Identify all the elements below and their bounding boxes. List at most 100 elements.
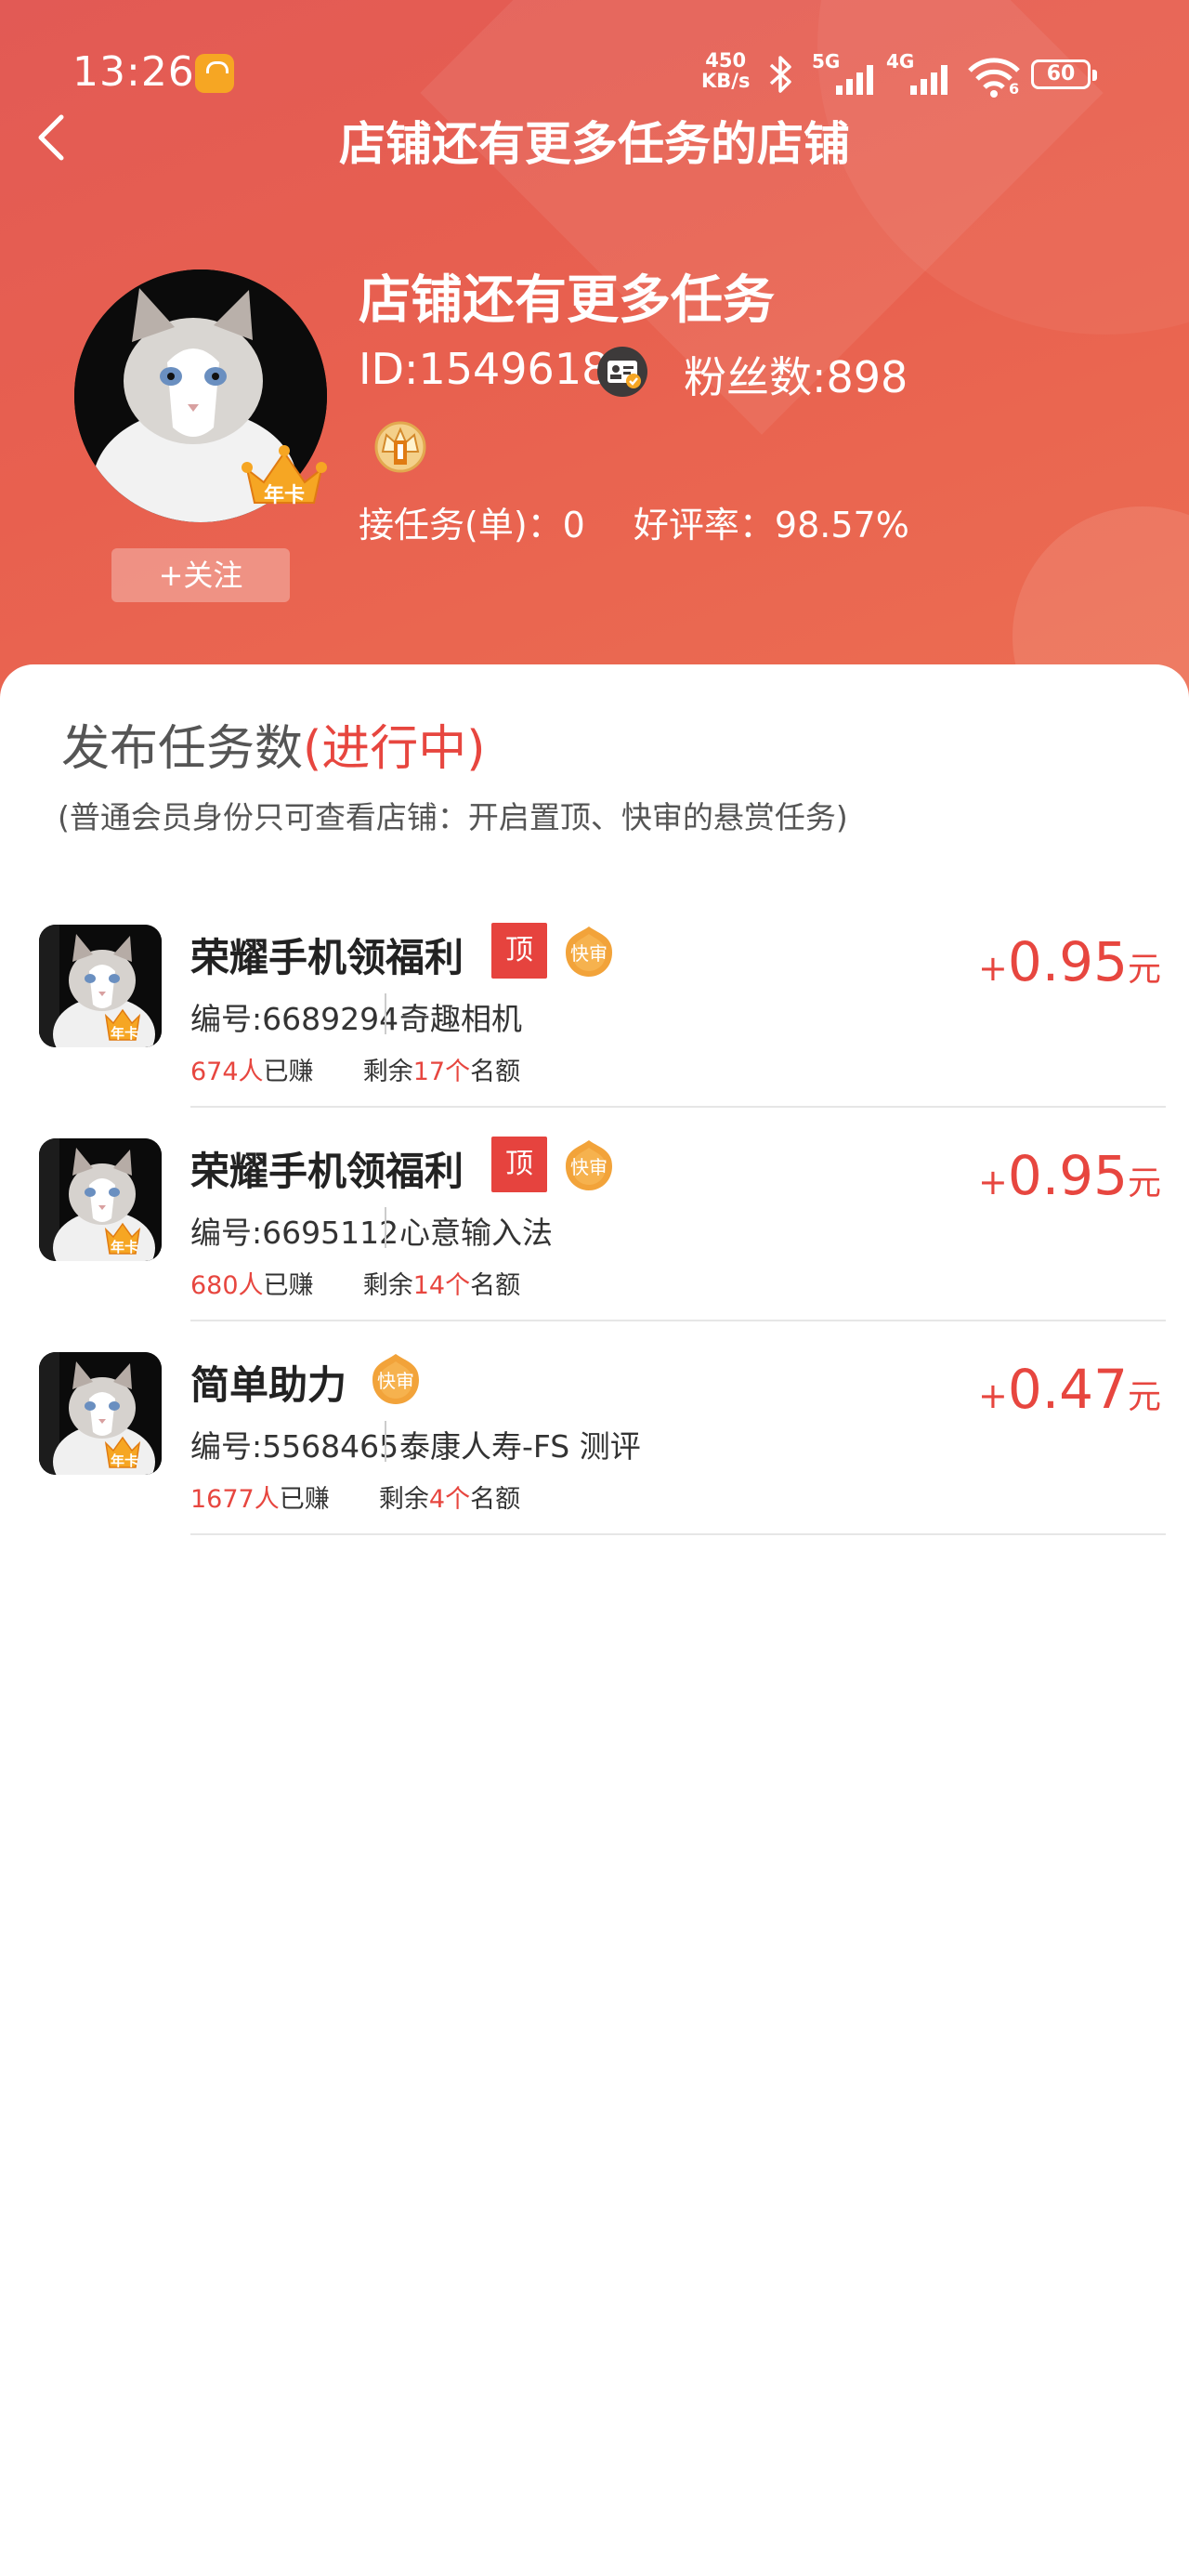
fast-review-tag: 快审	[562, 925, 616, 979]
remain-prefix: 剩余	[378, 1485, 429, 1514]
annual-card-label: 年卡	[110, 1452, 138, 1469]
id-verified-icon	[597, 347, 647, 397]
task-panel: 发布任务数(进行中) (普通会员身份只可查看店铺：开启置顶、快审的悬赏任务) 年…	[0, 664, 1189, 2576]
earned-suffix: 已赚	[263, 1271, 314, 1300]
price-sign: +	[978, 1162, 1008, 1203]
remain-count: 4	[428, 1485, 446, 1514]
remain-suffix: 名额	[470, 1485, 521, 1514]
signal-icon	[836, 65, 873, 95]
fast-review-label: 快审	[570, 942, 608, 965]
task-item[interactable]: 年卡 简单助力 顶 快审 编号:5568465 泰康人寿-FS 测评 1677人…	[0, 1322, 1189, 1536]
fast-review-tag: 快审	[562, 1138, 616, 1192]
good-rate: 好评率：98.57%	[633, 505, 909, 545]
app-notification-icon	[195, 54, 234, 93]
task-code: 编号:6689294	[190, 1001, 399, 1037]
cat-thumbnail-image	[39, 925, 162, 1047]
network-speed-value: 450	[705, 49, 747, 72]
network-speed: 450 KB/s	[701, 50, 750, 91]
task-thumbnail: 年卡	[39, 1352, 162, 1475]
task-code: 编号:6695112	[190, 1215, 399, 1251]
status-bar: 13:26 450 KB/s 5G 4G 6 60	[0, 45, 1189, 104]
shop-name: 店铺还有更多任务	[359, 270, 775, 331]
task-app-name: 心意输入法	[399, 1215, 553, 1251]
section-title-text: 发布任务数	[61, 721, 304, 777]
fans-count: 粉丝数:898	[684, 352, 908, 402]
task-reward: +0.47元	[978, 1358, 1161, 1421]
price-unit: 元	[1127, 1378, 1161, 1416]
price-unit: 元	[1127, 951, 1161, 989]
task-item[interactable]: 年卡 荣耀手机领福利 顶 快审 编号:6689294 奇趣相机 674人已赚 剩…	[0, 895, 1189, 1109]
annual-card-badge: 年卡	[240, 441, 329, 516]
price-sign: +	[978, 1375, 1008, 1416]
divider	[385, 1207, 386, 1248]
earned-count: 1677	[190, 1485, 255, 1514]
earned-unit: 人	[238, 1058, 264, 1086]
price-unit: 元	[1127, 1164, 1161, 1203]
earned-unit: 人	[254, 1485, 280, 1514]
row-divider	[190, 1106, 1166, 1108]
remain-prefix: 剩余	[362, 1271, 413, 1300]
remain-prefix: 剩余	[362, 1058, 413, 1086]
task-title: 简单助力	[190, 1362, 347, 1408]
task-app-name: 奇趣相机	[399, 1001, 522, 1037]
fast-review-label: 快审	[377, 1370, 414, 1392]
annual-card-label: 年卡	[110, 1239, 138, 1255]
remain-suffix: 名额	[470, 1058, 521, 1086]
top-tag: 顶	[491, 1137, 547, 1192]
status-time: 13:26	[72, 48, 195, 96]
battery-icon: 60	[1031, 59, 1097, 89]
fast-review-label: 快审	[570, 1156, 608, 1178]
task-meta: 674人已赚 剩余17个名额	[190, 1051, 520, 1087]
vip-crown-icon	[374, 421, 426, 473]
signal-icon	[910, 65, 947, 95]
section-title: 发布任务数(进行中)	[61, 709, 486, 779]
annual-card-label: 年卡	[110, 1025, 138, 1042]
task-thumbnail: 年卡	[39, 925, 162, 1047]
task-reward: +0.95元	[978, 1144, 1161, 1207]
task-meta: 1677人已赚 剩余4个名额	[190, 1479, 520, 1515]
earned-suffix: 已赚	[279, 1485, 330, 1514]
shop-page: 13:26 450 KB/s 5G 4G 6 60 店铺还有更多任务的店铺 年卡…	[0, 0, 1189, 2576]
earned-unit: 人	[238, 1271, 264, 1300]
task-reward: +0.95元	[978, 930, 1161, 993]
earned-count: 674	[190, 1058, 239, 1086]
remain-unit: 个	[445, 1485, 471, 1514]
divider	[385, 993, 386, 1034]
price-value: 0.95	[1007, 930, 1128, 993]
task-thumbnail: 年卡	[39, 1138, 162, 1261]
network-speed-unit: KB/s	[701, 70, 751, 92]
price-value: 0.47	[1007, 1358, 1128, 1421]
top-tag: 顶	[491, 923, 547, 979]
row-divider	[190, 1533, 1166, 1535]
section-note: (普通会员身份只可查看店铺：开启置顶、快审的悬赏任务)	[58, 799, 848, 835]
earned-suffix: 已赚	[263, 1058, 314, 1086]
page-title: 店铺还有更多任务的店铺	[339, 117, 850, 171]
cat-thumbnail-image	[39, 1352, 162, 1475]
task-item[interactable]: 年卡 荣耀手机领福利 顶 快审 编号:6695112 心意输入法 680人已赚 …	[0, 1109, 1189, 1322]
remain-unit: 个	[445, 1271, 471, 1300]
section-title-status: (进行中)	[303, 721, 486, 777]
earned-count: 680	[190, 1271, 239, 1300]
task-title: 荣耀手机领福利	[190, 935, 464, 980]
shop-stats: 接任务(单)：0 好评率：98.57%	[359, 496, 947, 547]
divider	[385, 1421, 386, 1462]
annual-card-label: 年卡	[263, 484, 305, 507]
tasks-taken: 接任务(单)：0	[359, 505, 585, 545]
remain-count: 17	[412, 1058, 446, 1086]
shop-header: 13:26 450 KB/s 5G 4G 6 60 店铺还有更多任务的店铺 年卡…	[0, 0, 1189, 706]
task-app-name: 泰康人寿-FS 测评	[399, 1428, 641, 1465]
follow-button[interactable]: +关注	[111, 548, 290, 602]
fast-review-tag: 快审	[369, 1352, 423, 1406]
remain-count: 14	[412, 1271, 446, 1300]
remain-unit: 个	[445, 1058, 471, 1086]
cat-thumbnail-image	[39, 1138, 162, 1261]
wifi-sub-label: 6	[1009, 80, 1020, 98]
remain-suffix: 名额	[470, 1271, 521, 1300]
task-meta: 680人已赚 剩余14个名额	[190, 1265, 520, 1301]
task-code: 编号:5568465	[190, 1428, 399, 1465]
task-title: 荣耀手机领福利	[190, 1149, 464, 1194]
shop-id: ID:1549618	[359, 344, 609, 394]
price-sign: +	[978, 948, 1008, 989]
price-value: 0.95	[1007, 1144, 1128, 1207]
row-divider	[190, 1320, 1166, 1321]
